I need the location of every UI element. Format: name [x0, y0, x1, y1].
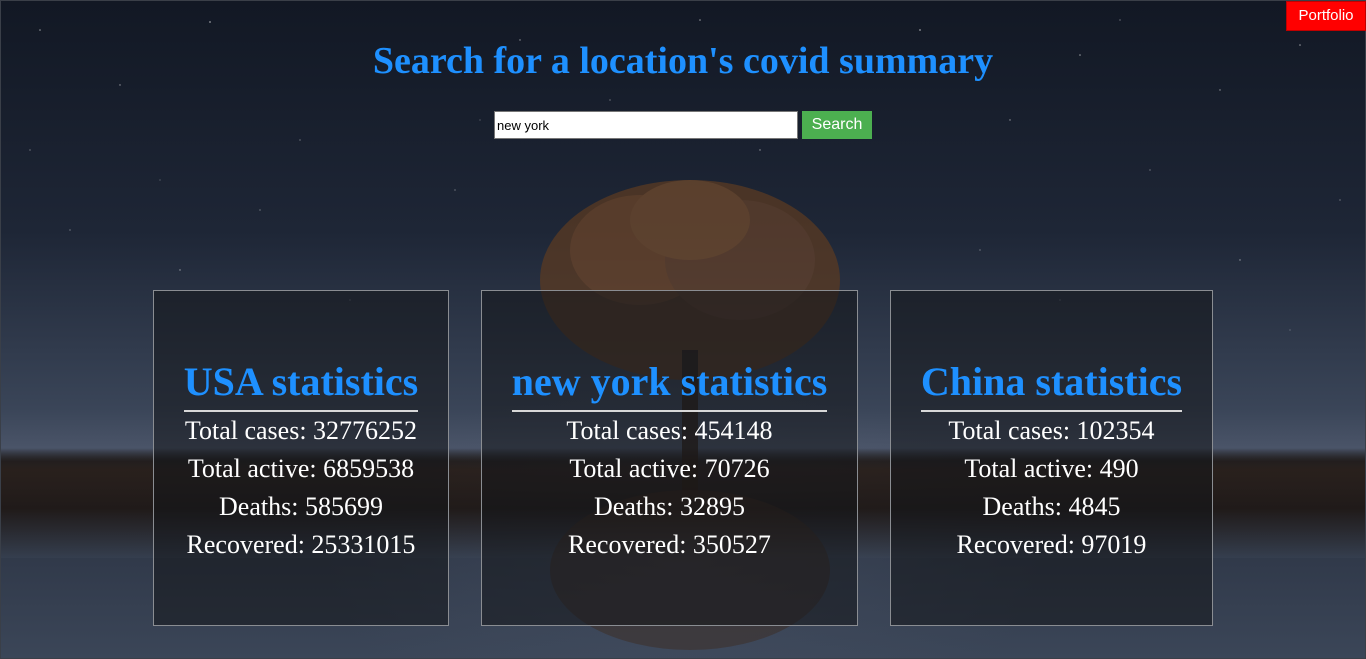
card-heading: USA statistics — [183, 357, 419, 412]
total-active: Total active: 6859538 — [187, 454, 415, 483]
total-cases: Total cases: 102354 — [948, 416, 1155, 445]
total-cases: Total cases: 32776252 — [184, 416, 418, 445]
recovered: Recovered: 350527 — [568, 530, 771, 559]
total-active: Total active: 70726 — [569, 454, 770, 483]
stats-list: Total cases: 454148 Total active: 70726 … — [482, 412, 857, 564]
total-active: Total active: 490 — [964, 454, 1139, 483]
page-title: Search for a location's covid summary — [372, 40, 994, 82]
search-input[interactable] — [494, 111, 798, 139]
stats-list: Total cases: 32776252 Total active: 6859… — [154, 412, 448, 564]
stats-list: Total cases: 102354 Total active: 490 De… — [891, 412, 1212, 564]
recovered: Recovered: 25331015 — [186, 530, 416, 559]
recovered: Recovered: 97019 — [956, 530, 1147, 559]
stats-card-china: China statistics Total cases: 102354 Tot… — [890, 290, 1213, 626]
stats-card-location: new york statistics Total cases: 454148 … — [481, 290, 858, 626]
search-bar: Search — [494, 111, 872, 139]
stats-card-usa: USA statistics Total cases: 32776252 Tot… — [153, 290, 449, 626]
portfolio-button[interactable]: Portfolio — [1286, 1, 1366, 31]
total-cases: Total cases: 454148 — [566, 416, 773, 445]
card-heading: new york statistics — [511, 357, 828, 412]
search-button[interactable]: Search — [802, 111, 872, 139]
card-heading: China statistics — [920, 357, 1183, 412]
deaths: Deaths: 32895 — [594, 492, 745, 521]
deaths: Deaths: 585699 — [219, 492, 383, 521]
deaths: Deaths: 4845 — [982, 492, 1121, 521]
